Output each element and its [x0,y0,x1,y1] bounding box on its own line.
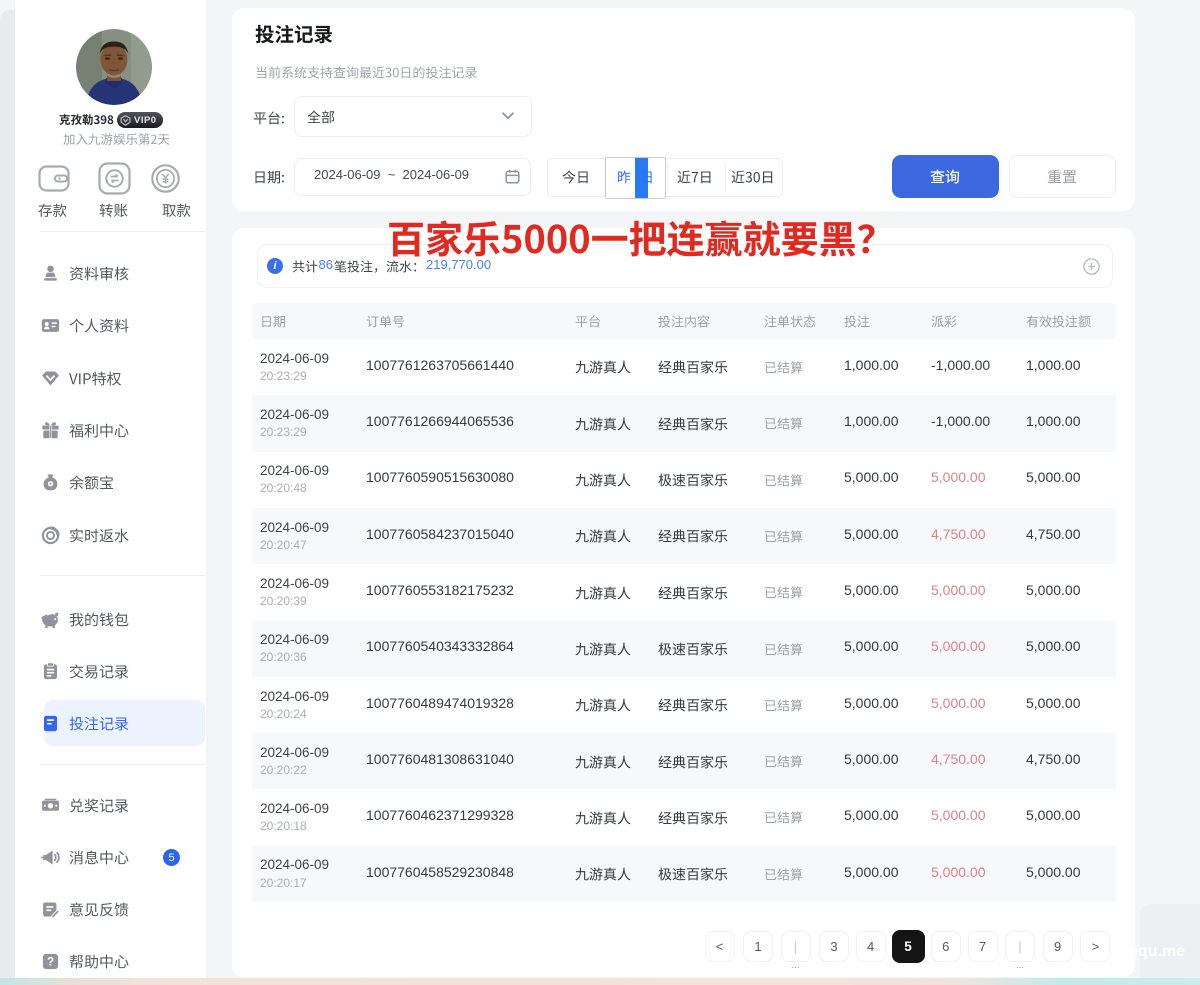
svg-text:?: ? [47,956,54,969]
